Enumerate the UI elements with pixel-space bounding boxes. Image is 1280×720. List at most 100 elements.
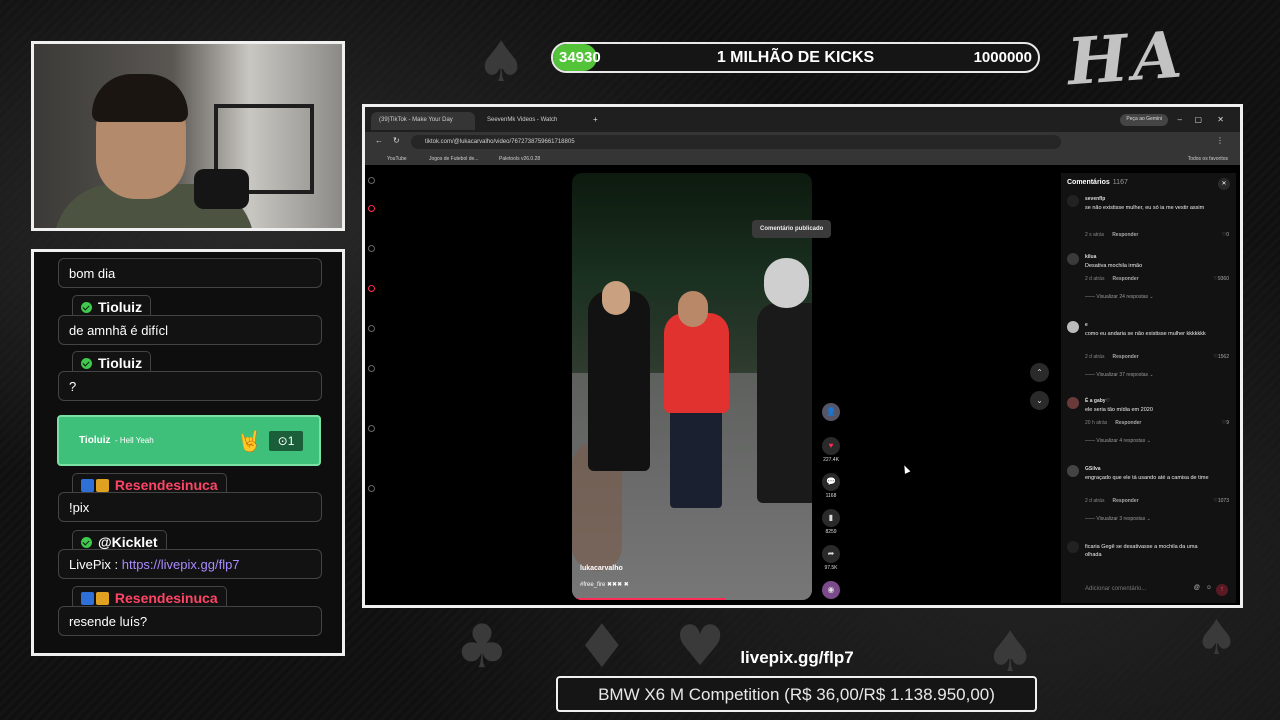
- menu-icon[interactable]: ⋮: [1216, 136, 1224, 145]
- maximize-icon[interactable]: ▢: [1194, 115, 1202, 124]
- comment-likes[interactable]: ♡1562: [1213, 353, 1229, 361]
- webcam-feed: [31, 41, 345, 231]
- back-icon[interactable]: ←: [375, 136, 383, 145]
- send-button[interactable]: ↑: [1216, 584, 1228, 596]
- reply-button[interactable]: Responder: [1112, 276, 1138, 282]
- all-bookmarks[interactable]: Todos os favoritos: [1188, 156, 1228, 162]
- bookmark-youtube[interactable]: YouTube: [387, 156, 407, 162]
- comment-likes[interactable]: ♡9: [1222, 419, 1229, 427]
- comment-item: GSilva engraçado que ele tá usando até a…: [1067, 465, 1233, 533]
- browser-window: (39)TikTok - Make Your Day SeevenMk Vide…: [362, 104, 1243, 608]
- bookmark-button[interactable]: ▮ 8259: [819, 509, 843, 535]
- like-button[interactable]: ♥ 227.4K: [819, 437, 843, 463]
- upload-icon[interactable]: [368, 365, 375, 372]
- avatar[interactable]: [1067, 397, 1079, 409]
- next-video-button[interactable]: ⌄: [1030, 391, 1049, 410]
- avatar[interactable]: [1067, 321, 1079, 333]
- tab-tiktok[interactable]: (39)TikTok - Make Your Day: [371, 112, 475, 130]
- verified-icon: [81, 358, 92, 369]
- reload-icon[interactable]: ↻: [393, 136, 400, 145]
- tab-bar: (39)TikTok - Make Your Day SeevenMk Vide…: [365, 107, 1240, 132]
- mention-icon[interactable]: @: [1194, 585, 1200, 591]
- crown-icon: [96, 592, 109, 605]
- live-icon[interactable]: [368, 325, 375, 332]
- goal-title: 1 MILHÃO DE KICKS: [716, 49, 875, 66]
- reply-button[interactable]: Responder: [1112, 498, 1138, 504]
- url-input[interactable]: tiktok.com/@lukacarvalho/video/767273875…: [411, 135, 1061, 149]
- music-disc-icon: ◉: [822, 581, 840, 599]
- comment-likes[interactable]: ♡0: [1222, 231, 1229, 239]
- minimize-icon[interactable]: –: [1178, 115, 1182, 124]
- close-icon[interactable]: ✕: [1217, 115, 1224, 124]
- view-replies-button[interactable]: —— Visualizar 4 respostas ⌄: [1085, 437, 1151, 445]
- profile-icon[interactable]: [368, 425, 375, 432]
- video-author[interactable]: lukacarvalho: [580, 565, 623, 572]
- comment-item: É a gaby♡ ele seria tão mídia em 2020 20…: [1067, 397, 1233, 457]
- bookmark-jogos[interactable]: Jogos de Futebol de...: [429, 156, 478, 162]
- chevron-up-icon: ⌃: [1036, 368, 1043, 377]
- rock-hand-icon: 🤘: [237, 431, 262, 453]
- comment-likes[interactable]: ♡9360: [1213, 275, 1229, 283]
- gemini-button[interactable]: Peça ao Gemini: [1120, 114, 1168, 126]
- avatar[interactable]: [1067, 465, 1079, 477]
- author-avatar-button[interactable]: 👤: [819, 403, 843, 423]
- comment-item: kilua Desativa mochila irmão 2 d atrás Re…: [1067, 253, 1233, 313]
- comment-icon: 💬: [822, 473, 840, 491]
- view-replies-button[interactable]: —— Visualizar 37 respostas ⌄: [1085, 371, 1154, 379]
- heart-icon: ♥: [822, 437, 840, 455]
- video-caption: #free_fire ✖✖✖ ✖: [580, 582, 629, 588]
- comment-button[interactable]: 💬 1168: [819, 473, 843, 499]
- explore-icon[interactable]: [368, 245, 375, 252]
- more-icon[interactable]: [368, 485, 375, 492]
- chevron-down-icon: ⌄: [1036, 396, 1043, 405]
- comment-item: ficaria Gegê se desativasse a mochila da…: [1067, 541, 1233, 571]
- donation-ticker: BMW X6 M Competition (R$ 36,00/R$ 1.138.…: [556, 676, 1037, 712]
- badge-icon: [81, 592, 94, 605]
- chat-message: resende luís?: [58, 606, 322, 636]
- alert-count: ⊙1: [268, 430, 304, 452]
- alert-text: - Hell Yeah: [115, 436, 154, 445]
- crown-icon: [96, 479, 109, 492]
- comments-header: Comentários 1167: [1067, 179, 1128, 186]
- alert-username: Tioluiz: [79, 435, 111, 446]
- comment-item: e como eu andaria se não existisse mulhe…: [1067, 321, 1233, 389]
- comments-panel: Comentários 1167 ✕ sevenflp se não existi…: [1061, 173, 1236, 603]
- diamond-icon: ♦: [575, 612, 629, 682]
- address-bar: ← ↻ tiktok.com/@lukacarvalho/video/76727…: [365, 132, 1240, 152]
- spade-icon: ♠: [476, 30, 527, 95]
- music-disc-button[interactable]: ◉: [819, 581, 843, 601]
- avatar[interactable]: [1067, 541, 1079, 553]
- reply-button[interactable]: Responder: [1112, 232, 1138, 238]
- comment-item: sevenflp se não existisse mulher, eu só …: [1067, 195, 1233, 241]
- livepix-url: livepix.gg/flp7: [740, 648, 854, 667]
- following-icon[interactable]: [368, 285, 375, 292]
- emoji-icon[interactable]: ☺: [1206, 585, 1212, 591]
- avatar[interactable]: [1067, 253, 1079, 265]
- avatar[interactable]: [1067, 195, 1079, 207]
- reply-button[interactable]: Responder: [1115, 420, 1141, 426]
- bookmark-paletools[interactable]: Paletools v26.0.28: [499, 156, 540, 162]
- chat-message: ?: [58, 371, 322, 401]
- tab-seevenmk[interactable]: SeevenMk Videos - Watch: [479, 112, 583, 130]
- comment-likes[interactable]: ♡1073: [1213, 497, 1229, 505]
- close-comments-button[interactable]: ✕: [1218, 178, 1230, 190]
- tiktok-logo-icon[interactable]: [368, 177, 375, 184]
- reply-button[interactable]: Responder: [1112, 354, 1138, 360]
- goal-target: 1000000: [973, 49, 1032, 66]
- livepix-link[interactable]: https://livepix.gg/flp7: [122, 557, 240, 572]
- new-tab-icon[interactable]: +: [593, 115, 598, 124]
- subscription-alert: Tioluiz - Hell Yeah 🤘 ⊙1: [57, 415, 321, 466]
- home-icon[interactable]: [368, 205, 375, 212]
- chat-panel: bom dia Tioluiz de amnhã é difícl Tiolui…: [31, 249, 345, 656]
- video-progress-bar[interactable]: [572, 598, 726, 600]
- prev-video-button[interactable]: ⌃: [1030, 363, 1049, 382]
- heart-icon: ♥: [675, 614, 726, 679]
- verified-icon: [81, 302, 92, 313]
- share-button[interactable]: ➦ 97.5K: [819, 545, 843, 571]
- view-replies-button[interactable]: —— Visualizar 3 respostas ⌄: [1085, 515, 1151, 523]
- microphone: [194, 169, 249, 209]
- comment-posted-toast: Comentário publicado: [752, 220, 832, 238]
- mouse-cursor: [901, 464, 911, 474]
- view-replies-button[interactable]: —— Visualizar 24 respostas ⌄: [1085, 293, 1154, 301]
- comment-input[interactable]: Adicionar comentário... @ ☺ ↑: [1067, 583, 1230, 597]
